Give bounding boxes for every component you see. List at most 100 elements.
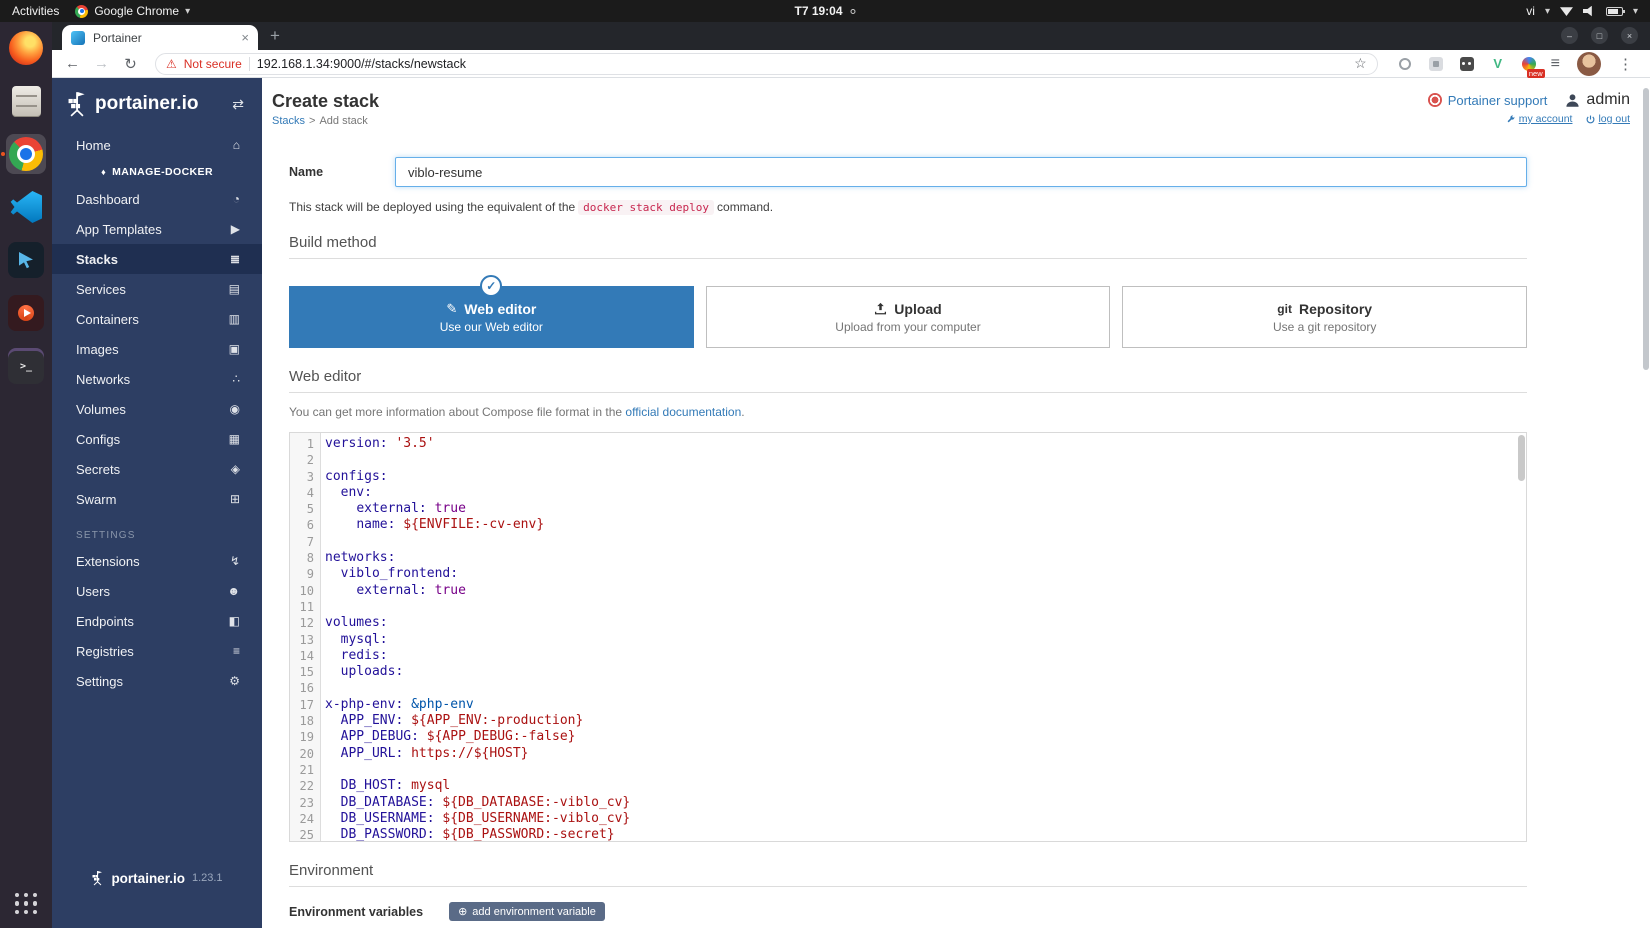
line-number: 20 (299, 746, 314, 761)
network-icon (1559, 7, 1573, 16)
sidebar-item-users[interactable]: Users ☻ (52, 576, 262, 606)
page-scrollbar[interactable] (1642, 78, 1650, 928)
extension-icon-2[interactable] (1427, 55, 1445, 73)
browser-menu-icon[interactable]: ⋮ (1618, 55, 1633, 73)
dock-vscode[interactable] (6, 187, 46, 227)
sidebar-item-services[interactable]: Services ▤ (52, 274, 262, 304)
editor-line[interactable]: 4 env: (290, 485, 1526, 501)
extension-icon-5[interactable]: new (1520, 55, 1545, 78)
sidebar-endpoint[interactable]: ♦ MANAGE-DOCKER (52, 160, 262, 184)
maximize-button[interactable]: □ (1591, 27, 1608, 44)
line-number: 15 (299, 665, 314, 680)
method-upload[interactable]: Upload Upload from your computer (705, 286, 1111, 348)
editor-line[interactable]: 19 APP_DEBUG: ${APP_DEBUG:-false} (290, 729, 1526, 745)
editor-line[interactable]: 20 APP_URL: https://${HOST} (290, 746, 1526, 762)
editor-line[interactable]: 6 name: ${ENVFILE:-cv-env} (290, 517, 1526, 533)
portainer-support-link[interactable]: Portainer support (1427, 93, 1547, 108)
sidebar-logo-row[interactable]: portainer.io ⇄ (52, 78, 262, 130)
minimize-button[interactable]: – (1561, 27, 1578, 44)
add-environment-variable-button[interactable]: ⊕ add environment variable (449, 902, 605, 921)
editor-line[interactable]: 21 (290, 762, 1526, 778)
activities-button[interactable]: Activities (12, 4, 59, 18)
editor-line[interactable]: 10 external: true (290, 583, 1526, 599)
editor-line[interactable]: 1 version: '3.5' (290, 436, 1526, 452)
editor-line[interactable]: 12 volumes: (290, 615, 1526, 631)
back-button[interactable]: ← (60, 55, 85, 72)
editor-line[interactable]: 9 viblo_frontend: (290, 566, 1526, 582)
sidebar-item-home[interactable]: Home ⌂ (52, 130, 262, 160)
app-menu[interactable]: Google Chrome ▾ (75, 4, 190, 18)
close-tab-icon[interactable]: × (241, 30, 249, 45)
extension-icon-3[interactable] (1458, 55, 1476, 73)
browser-toolbar: ← → ↻ ⚠ Not secure 192.168.1.34:9000/#/s… (52, 50, 1650, 78)
forward-button[interactable]: → (89, 55, 114, 72)
dock-media-app[interactable] (6, 293, 46, 333)
clock-area[interactable]: T7 19:04 (794, 4, 856, 18)
sidebar-item-extensions[interactable]: Extensions ↯ (52, 546, 262, 576)
editor-line[interactable]: 13 mysql: (290, 632, 1526, 648)
editor-line[interactable]: 18 APP_ENV: ${APP_ENV:-production} (290, 713, 1526, 729)
extension-icon-1[interactable] (1396, 55, 1414, 73)
editor-line[interactable]: 22 DB_HOST: mysql (290, 778, 1526, 794)
editor-scrollbar-thumb[interactable] (1518, 435, 1525, 481)
sidebar-item-containers[interactable]: Containers ▥ (52, 304, 262, 334)
breadcrumb-stacks-link[interactable]: Stacks (272, 115, 305, 127)
method-web-editor[interactable]: ✓ ✎ Web editor Use our Web editor (289, 275, 694, 348)
editor-line[interactable]: 7 (290, 534, 1526, 550)
editor-line[interactable]: 17 x-php-env: &php-env (290, 697, 1526, 713)
official-documentation-link[interactable]: official documentation (625, 405, 741, 419)
sidebar-item-settings[interactable]: Settings ⚙ (52, 666, 262, 696)
extension-icon-4[interactable]: V (1489, 55, 1507, 73)
address-bar[interactable]: ⚠ Not secure 192.168.1.34:9000/#/stacks/… (155, 52, 1378, 75)
page-scrollbar-thumb[interactable] (1643, 88, 1649, 370)
security-label[interactable]: Not secure (184, 57, 242, 71)
sidebar-item-dashboard[interactable]: Dashboard ◔ (52, 184, 262, 214)
sidebar-item-stacks[interactable]: Stacks ≣ (52, 244, 262, 274)
sidebar-item-registries[interactable]: Registries ≡ (52, 636, 262, 666)
editor-line[interactable]: 8 networks: (290, 550, 1526, 566)
editor-line[interactable]: 2 (290, 452, 1526, 468)
dock-screenshot-tool[interactable] (6, 240, 46, 280)
user-menu[interactable]: admin (1565, 91, 1630, 109)
code-text: version: '3.5' (325, 436, 435, 451)
system-tray[interactable]: vi ▾ ▾ (1526, 4, 1650, 18)
new-tab-button[interactable]: + (270, 26, 280, 46)
editor-line[interactable]: 15 uploads: (290, 664, 1526, 680)
sidebar-item-endpoints[interactable]: Endpoints ◧ (52, 606, 262, 636)
my-account-link[interactable]: my account (1507, 113, 1572, 125)
sidebar-item-images[interactable]: Images ▣ (52, 334, 262, 364)
reload-button[interactable]: ↻ (118, 55, 143, 73)
editor-line[interactable]: 25 DB_PASSWORD: ${DB_PASSWORD:-secret} (290, 827, 1526, 841)
dock-chrome[interactable] (1, 134, 46, 174)
sidebar-item-configs[interactable]: Configs ▦ (52, 424, 262, 454)
sidebar-item-secrets[interactable]: Secrets ◈ (52, 454, 262, 484)
editor-line[interactable]: 11 (290, 599, 1526, 615)
log-out-link[interactable]: log out (1586, 113, 1630, 125)
editor-line[interactable]: 23 DB_DATABASE: ${DB_DATABASE:-viblo_cv} (290, 795, 1526, 811)
dock-files[interactable] (6, 81, 46, 121)
reading-list-icon[interactable]: ≡ (1551, 55, 1560, 73)
tab-portainer[interactable]: Portainer × (62, 25, 258, 50)
editor-line[interactable]: 16 (290, 680, 1526, 696)
sidebar-toggle-icon[interactable]: ⇄ (232, 96, 244, 113)
bookmark-star-icon[interactable]: ☆ (1354, 55, 1367, 72)
notification-dot-icon (850, 8, 856, 14)
dock-terminal[interactable]: >_ (6, 346, 46, 386)
close-window-button[interactable]: × (1621, 27, 1638, 44)
code-text: name: ${ENVFILE:-cv-env} (356, 517, 545, 533)
sidebar-item-networks[interactable]: Networks ∴ (52, 364, 262, 394)
stack-name-input[interactable] (395, 157, 1527, 187)
url-text[interactable]: 192.168.1.34:9000/#/stacks/newstack (257, 57, 466, 71)
editor-line[interactable]: 3 configs: (290, 469, 1526, 485)
method-repository[interactable]: git Repository Use a git repository (1122, 286, 1528, 348)
app-grid-button[interactable] (14, 892, 38, 914)
profile-avatar[interactable] (1577, 51, 1601, 76)
sidebar-item-app-templates[interactable]: App Templates ▶ (52, 214, 262, 244)
sidebar-item-swarm[interactable]: Swarm ⊞ (52, 484, 262, 514)
compose-editor[interactable]: 1 version: '3.5' 2 3 configs: 4 env: 5 externa… (289, 432, 1527, 842)
dock-firefox[interactable] (6, 28, 46, 68)
editor-line[interactable]: 5 external: true (290, 501, 1526, 517)
sidebar-item-volumes[interactable]: Volumes ◉ (52, 394, 262, 424)
editor-line[interactable]: 24 DB_USERNAME: ${DB_USERNAME:-viblo_cv} (290, 811, 1526, 827)
editor-line[interactable]: 14 redis: (290, 648, 1526, 664)
